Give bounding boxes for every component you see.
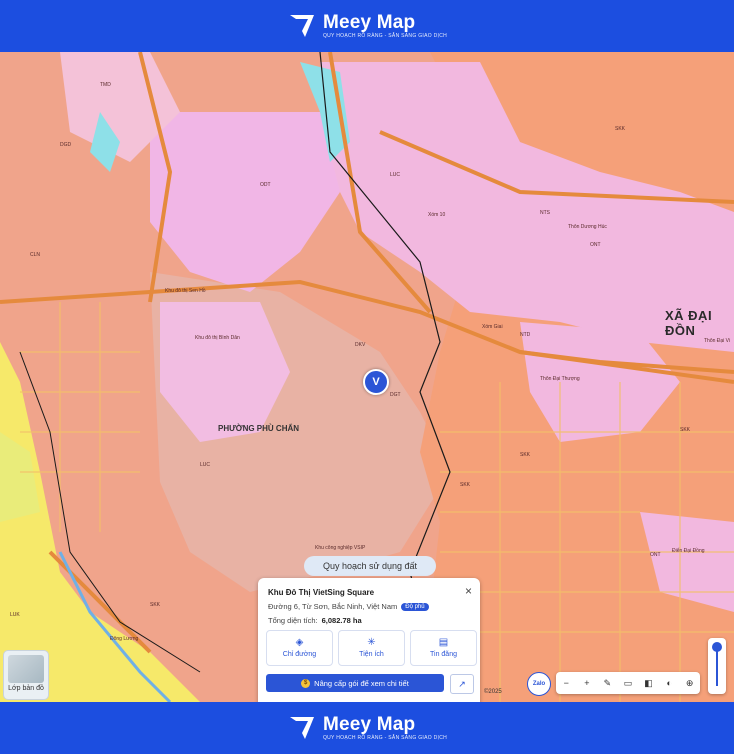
share-icon[interactable]: ↗	[450, 674, 474, 694]
project-info-card: Khu Đô Thị VietSing Square × Đường 6, Từ…	[258, 578, 480, 702]
total-area: Tổng diện tích: 6,082.78 ha	[268, 616, 362, 625]
place-label: Thôn Dương Húc	[568, 224, 607, 230]
draw-tool-button[interactable]: ✎	[599, 678, 615, 689]
brand-logo[interactable]: Meey Map QUY HOẠCH RÕ RÀNG - SẴN SÀNG GI…	[287, 11, 447, 41]
place-label: Xóm Giai	[482, 324, 503, 330]
zalo-chat-button[interactable]: Zalo	[527, 672, 551, 696]
upgrade-label: Nâng cấp gói để xem chi tiết	[314, 678, 409, 688]
listings-button[interactable]: ▤ Tin đăng	[410, 630, 477, 666]
map-toolbar: − + ✎ ▭ ◧ ◐ ⊕	[556, 672, 700, 694]
planning-map[interactable]: XÃ ĐẠI ĐỒN PHƯỜNG PHÙ CHẨN DGD ODT LUC S…	[0, 52, 734, 702]
layer-thumbnail	[8, 655, 44, 683]
place-label: Thôn Đại Thượng	[540, 376, 580, 382]
zone-code: NTD	[520, 332, 531, 338]
upgrade-button[interactable]: $ Nâng cấp gói để xem chi tiết	[266, 674, 444, 692]
footer-brand-name: Meey Map	[322, 714, 416, 735]
directions-button[interactable]: ◈ Chỉ đường	[266, 630, 333, 666]
zone-code: SKK	[520, 452, 531, 458]
direction-icon: ◈	[295, 637, 304, 648]
footer-brand-tagline: QUY HOẠCH RÕ RÀNG - SẴN SÀNG GIAO DỊCH	[322, 735, 448, 741]
brand-tagline: QUY HOẠCH RÕ RÀNG - SẴN SÀNG GIAO DỊCH	[322, 33, 448, 39]
directions-label: Chỉ đường	[282, 651, 317, 658]
listings-label: Tin đăng	[430, 651, 457, 658]
area-label: Tổng diện tích:	[268, 616, 318, 625]
place-label: Khu công nghiệp VSIP	[315, 545, 366, 551]
location-pin-icon[interactable]: V	[363, 369, 389, 395]
zone-code: DGT	[390, 392, 401, 398]
utility-icon: ✳	[367, 637, 376, 648]
utilities-label: Tiện ích	[359, 651, 384, 658]
meey-logo-icon	[289, 717, 314, 739]
bottom-footer-bar: Meey Map QUY HOẠCH RÕ RÀNG - SẴN SÀNG GI…	[0, 702, 734, 754]
layer-label: Lớp bản đồ	[8, 685, 44, 692]
place-label: Xóm 10	[428, 212, 446, 218]
map-layer-button[interactable]: Lớp bản đồ	[3, 650, 49, 700]
coin-icon: $	[301, 678, 311, 688]
zone-code: DGD	[60, 142, 72, 148]
place-label: Khu đô thị Sen Hồ	[165, 288, 206, 294]
card-actions: ◈ Chỉ đường ✳ Tiện ích ▤ Tin đăng	[266, 630, 477, 666]
zoom-out-button[interactable]: −	[558, 678, 574, 688]
listing-icon: ▤	[438, 637, 449, 648]
place-label: Điển Đại Đồng	[672, 548, 705, 554]
meey-logo-icon	[289, 15, 314, 37]
zone-code: NTS	[540, 210, 550, 216]
zone-code: ONT	[590, 242, 601, 248]
opacity-tool-button[interactable]: ◐	[661, 678, 677, 688]
zone-code: LUC	[390, 172, 401, 178]
place-label: Đông Lương	[110, 636, 139, 642]
compare-tool-button[interactable]: ◧	[641, 678, 657, 689]
zone-code: SKK	[615, 126, 626, 132]
place-label: Khu đô thị Bình Dân	[195, 335, 240, 341]
address-text: Đường 6, Từ Sơn, Bắc Ninh, Việt Nam	[268, 602, 398, 611]
slider-knob[interactable]	[712, 642, 722, 652]
zone-code: SKK	[150, 602, 161, 608]
zone-code: SKK	[460, 482, 471, 488]
zone-code: ONT	[650, 552, 661, 558]
project-address: Đường 6, Từ Sơn, Bắc Ninh, Việt Nam Độ p…	[268, 602, 429, 611]
planning-layer-pill[interactable]: Quy hoạch sử dụng đất	[304, 556, 436, 576]
slider-track	[716, 646, 718, 686]
zone-code: DKV	[355, 342, 366, 348]
place-label: Thôn Đại Vi	[704, 338, 731, 344]
zone-code: LUC	[200, 462, 211, 468]
coverage-badge[interactable]: Độ phủ	[401, 602, 429, 611]
region-label: XÃ ĐẠI ĐỒN	[665, 308, 713, 338]
zone-code: ODT	[260, 182, 271, 188]
zone-code: SKK	[680, 427, 691, 433]
area-value: 6,082.78 ha	[321, 616, 362, 625]
top-header-bar: Meey Map QUY HOẠCH RÕ RÀNG - SẴN SÀNG GI…	[0, 0, 734, 52]
close-icon[interactable]: ×	[465, 584, 472, 598]
zone-code: TMD	[100, 82, 111, 88]
opacity-slider[interactable]	[708, 638, 726, 694]
zone-code: LUK	[10, 612, 20, 618]
footer-brand: Meey Map QUY HOẠCH RÕ RÀNG - SẴN SÀNG GI…	[287, 713, 447, 743]
utilities-button[interactable]: ✳ Tiện ích	[338, 630, 405, 666]
ward-label: PHƯỜNG PHÙ CHẨN	[218, 424, 300, 433]
brand-name: Meey Map	[322, 12, 416, 33]
zoom-in-button[interactable]: +	[579, 678, 595, 688]
zone-code: CLN	[30, 252, 41, 258]
project-title: Khu Đô Thị VietSing Square	[268, 588, 375, 597]
measure-tool-button[interactable]: ▭	[620, 678, 636, 689]
copyright: ©2025	[484, 689, 502, 695]
locate-button[interactable]: ⊕	[682, 678, 698, 689]
